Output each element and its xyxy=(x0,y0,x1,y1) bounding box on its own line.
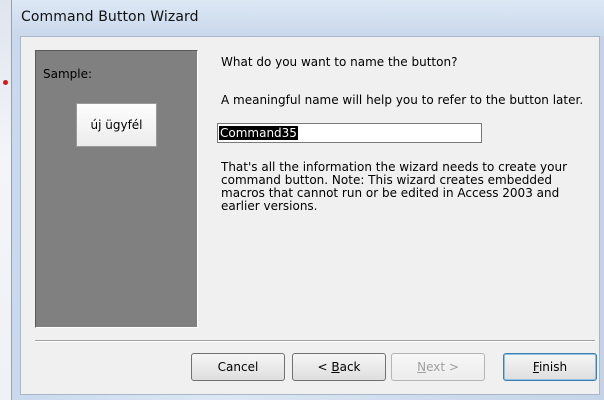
back-rest: ack xyxy=(339,360,361,374)
sample-preview-panel: Sample: új ügyfél xyxy=(35,50,198,328)
info-text: That's all the information the wizard ne… xyxy=(221,160,568,213)
command-button-wizard-window: Command Button Wizard Sample: új ügyfél … xyxy=(11,0,604,400)
next-rest: ext > xyxy=(426,360,459,374)
footer-divider xyxy=(35,340,595,342)
name-hint: A meaningful name will help you to refer… xyxy=(221,93,584,107)
back-prefix: < xyxy=(317,360,332,374)
sample-label: Sample: xyxy=(43,67,93,81)
back-button[interactable]: < Back xyxy=(292,353,386,381)
sample-button-preview: új ügyfél xyxy=(76,103,157,147)
selected-text: Command35 xyxy=(219,126,298,140)
button-name-input[interactable]: Command35 xyxy=(217,123,482,143)
title-bar[interactable]: Command Button Wizard xyxy=(12,0,604,36)
window-title: Command Button Wizard xyxy=(21,9,199,25)
next-button[interactable]: Next > xyxy=(391,353,485,381)
back-mnemonic: B xyxy=(331,360,340,374)
red-dot-marker-icon xyxy=(3,80,8,85)
wizard-client-area: Sample: új ügyfél What do you want to na… xyxy=(20,36,600,395)
name-question: What do you want to name the button? xyxy=(221,55,458,69)
cancel-button[interactable]: Cancel xyxy=(191,353,285,381)
next-mnemonic: N xyxy=(417,360,427,374)
finish-rest: inish xyxy=(538,360,568,374)
finish-button[interactable]: Finish xyxy=(503,353,597,381)
